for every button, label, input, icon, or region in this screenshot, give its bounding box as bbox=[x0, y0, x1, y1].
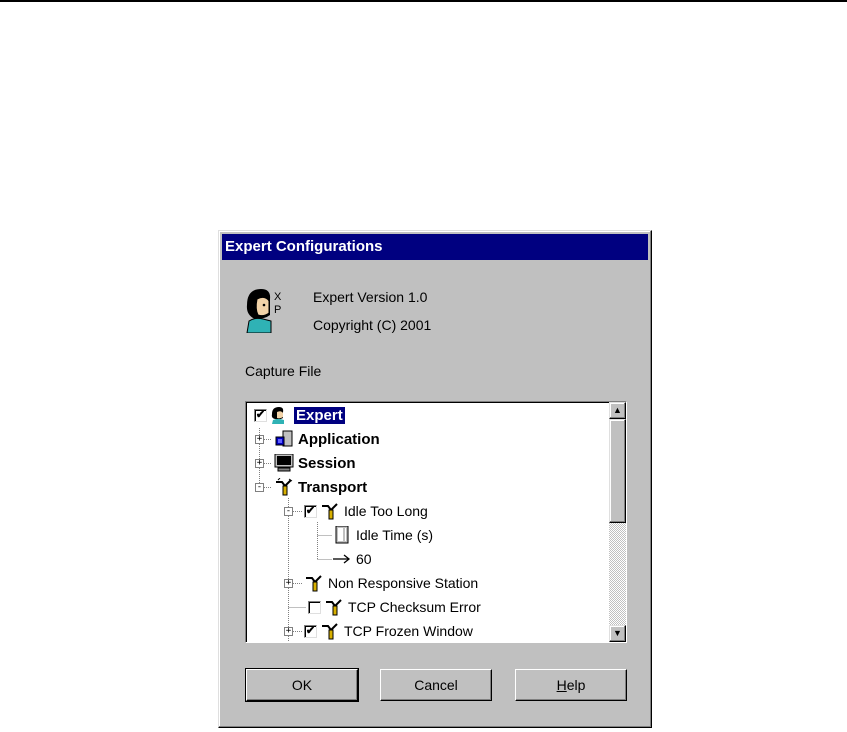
tree-node-transport[interactable]: Transport bbox=[274, 476, 367, 498]
tcp-frozen-window-checkbox[interactable]: ✔ bbox=[304, 624, 317, 638]
expert-person-icon bbox=[271, 407, 284, 424]
tree-node-tcp-checksum-error[interactable]: TCP Checksum Error bbox=[308, 596, 481, 618]
copyright-text: Copyright (C) 2001 bbox=[313, 317, 432, 333]
expert-configurations-dialog: Expert Configurations X P Expert Version… bbox=[218, 230, 652, 728]
tree-node-label: 60 bbox=[356, 551, 372, 567]
application-icon bbox=[275, 430, 293, 447]
logo-letter-x: X bbox=[274, 291, 282, 303]
scrollbar-thumb[interactable] bbox=[609, 419, 626, 523]
tree-node-label: Application bbox=[298, 430, 380, 448]
help-label-rest: elp bbox=[566, 677, 586, 693]
top-rule bbox=[0, 0, 847, 2]
scroll-down-button[interactable]: ▼ bbox=[609, 625, 626, 642]
expert-person-icon: X P bbox=[246, 289, 282, 333]
tcp-checksum-error-checkbox[interactable] bbox=[308, 600, 321, 614]
tree-node-session[interactable]: Session bbox=[274, 452, 356, 474]
transport-icon bbox=[276, 478, 293, 496]
logo-letter-p: P bbox=[274, 304, 281, 316]
expand-tcp-frozen-window-toggle[interactable]: + bbox=[284, 627, 293, 636]
tree-node-label: Non Responsive Station bbox=[328, 575, 479, 591]
tree-node-non-responsive-station[interactable]: Non Responsive Station bbox=[304, 572, 478, 594]
tree-node-label: Expert bbox=[293, 405, 346, 425]
transport-icon bbox=[322, 623, 338, 640]
arrow-right-icon bbox=[333, 554, 351, 564]
expand-non-responsive-station-toggle[interactable]: + bbox=[284, 579, 293, 588]
tree-node-label: TCP Checksum Error bbox=[348, 599, 481, 615]
tree-node-tcp-frozen-window[interactable]: ✔ TCP Frozen Window bbox=[304, 620, 473, 642]
monitor-icon bbox=[274, 454, 294, 472]
version-text: Expert Version 1.0 bbox=[313, 289, 428, 305]
idle-too-long-checkbox[interactable]: ✔ bbox=[304, 504, 317, 518]
expert-tree-view[interactable]: ✔ Expert + Application + Session - Trans… bbox=[245, 401, 627, 643]
tree-node-expert[interactable]: ✔ Expert bbox=[254, 404, 346, 426]
title-bar[interactable]: Expert Configurations bbox=[222, 234, 648, 260]
expert-checkbox[interactable]: ✔ bbox=[254, 408, 267, 422]
tree-node-label: Transport bbox=[298, 478, 368, 496]
tree-node-idle-time[interactable]: Idle Time (s) bbox=[332, 524, 433, 546]
tree-node-value-60[interactable]: 60 bbox=[332, 548, 372, 570]
window-title: Expert Configurations bbox=[225, 238, 383, 255]
transport-icon bbox=[326, 599, 342, 616]
help-button[interactable]: Help bbox=[515, 669, 627, 701]
tree-node-label: Session bbox=[298, 454, 356, 472]
ok-button[interactable]: OK bbox=[245, 668, 359, 702]
tree-node-application[interactable]: Application bbox=[274, 428, 380, 450]
tree-node-label: Idle Too Long bbox=[344, 503, 428, 519]
transport-icon bbox=[306, 575, 322, 592]
scroll-up-button[interactable]: ▲ bbox=[609, 402, 626, 419]
tree-node-idle-too-long[interactable]: ✔ Idle Too Long bbox=[304, 500, 428, 522]
capture-file-label: Capture File bbox=[245, 363, 322, 379]
document-icon bbox=[335, 526, 349, 544]
cancel-button[interactable]: Cancel bbox=[380, 669, 492, 701]
tree-node-label: TCP Frozen Window bbox=[344, 623, 473, 639]
tree-node-label: Idle Time (s) bbox=[356, 527, 434, 543]
collapse-idle-too-long-toggle[interactable]: - bbox=[284, 507, 293, 516]
tree-vertical-scrollbar[interactable]: ▲ ▼ bbox=[609, 402, 626, 642]
transport-icon bbox=[322, 503, 338, 520]
collapse-transport-toggle[interactable]: - bbox=[255, 483, 264, 492]
expand-session-toggle[interactable]: + bbox=[255, 459, 264, 468]
help-mnemonic: H bbox=[556, 677, 567, 693]
expand-application-toggle[interactable]: + bbox=[255, 435, 264, 444]
